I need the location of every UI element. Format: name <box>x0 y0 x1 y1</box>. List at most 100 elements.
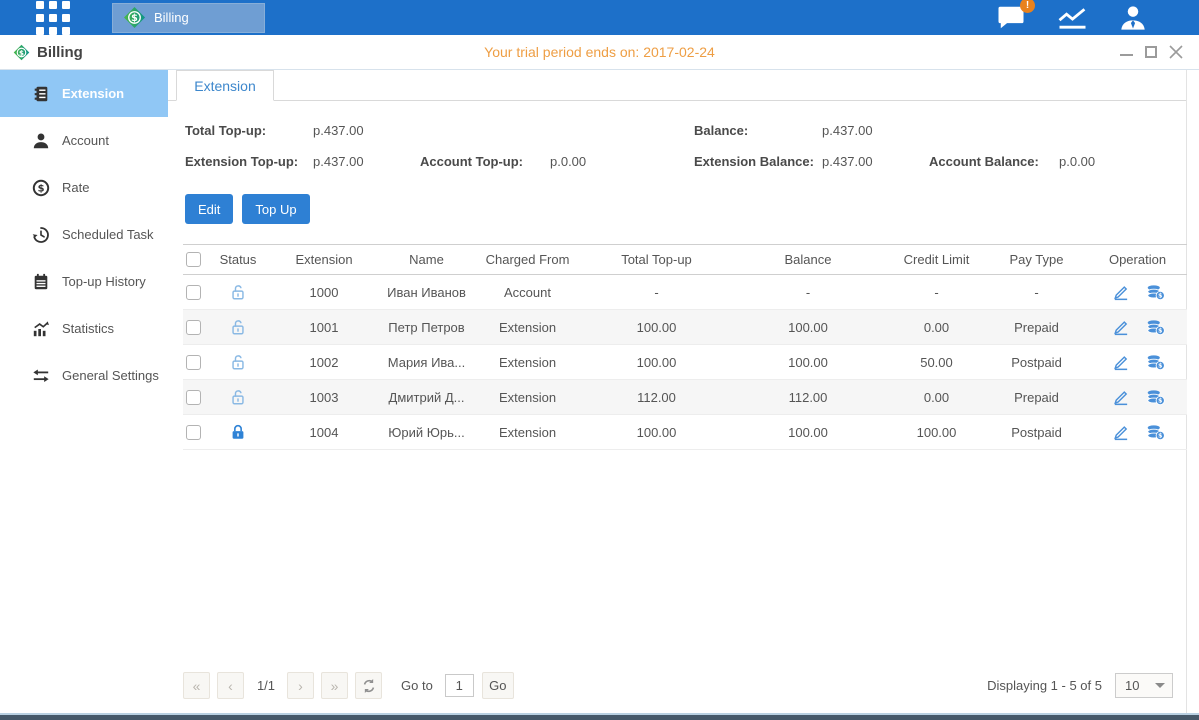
refresh-button[interactable] <box>355 672 382 699</box>
tab-bar: Extension <box>168 70 1186 101</box>
status-unlocked-icon <box>229 388 247 406</box>
top-up-button[interactable]: Top Up <box>242 194 309 224</box>
page-size-select[interactable]: 10 <box>1115 673 1173 698</box>
col-status: Status <box>211 252 265 267</box>
refresh-icon <box>361 678 377 694</box>
table-row: 1001 Петр Петров Extension 100.00 100.00… <box>183 310 1187 345</box>
caret-down-icon <box>1155 683 1165 688</box>
status-unlocked-icon <box>229 353 247 371</box>
topbar: $ Billing ! <box>0 0 1199 35</box>
balance-cell: 112.00 <box>728 390 888 405</box>
sidebar-item-extension[interactable]: Extension <box>0 70 168 117</box>
pagination-right: Displaying 1 - 5 of 5 10 <box>987 673 1173 698</box>
page-size-value: 10 <box>1125 678 1139 693</box>
goto-page-input[interactable] <box>445 674 474 697</box>
minimize-button[interactable] <box>1119 45 1133 59</box>
col-extension: Extension <box>265 252 383 267</box>
notebook-icon <box>32 273 50 291</box>
pagination-bar: « ‹ 1/1 › » Go to Go Displaying 1 - 5 of… <box>183 672 1173 699</box>
sidebar-item-account[interactable]: Account <box>0 117 168 164</box>
svg-text:$: $ <box>1158 327 1162 334</box>
edit-row-icon[interactable] <box>1111 388 1130 407</box>
sidebar-item-label: General Settings <box>62 368 159 383</box>
row-checkbox[interactable] <box>186 285 201 300</box>
billing-app-icon: $ <box>123 6 146 29</box>
stats-icon <box>32 320 50 338</box>
name-cell: Дмитрий Д... <box>383 390 470 405</box>
svg-text:$: $ <box>1158 432 1162 439</box>
sidebar-item-label: Statistics <box>62 321 114 336</box>
col-charged-from: Charged From <box>470 252 585 267</box>
table-header: Status Extension Name Charged From Total… <box>183 244 1187 275</box>
sidebar: Extension Account $ Rate Scheduled Task … <box>0 70 168 713</box>
table-row: 1000 Иван Иванов Account - - - - $ <box>183 275 1187 310</box>
billing-window-icon: $ <box>13 44 30 61</box>
balance-cell: 100.00 <box>728 425 888 440</box>
sidebar-item-label: Top-up History <box>62 274 146 289</box>
total-topup-label: Total Top-up: <box>185 123 266 138</box>
sidebar-item-label: Rate <box>62 180 89 195</box>
row-checkbox[interactable] <box>186 390 201 405</box>
notifications-button[interactable]: ! <box>996 5 1026 30</box>
taskbar-billing-tab[interactable]: $ Billing <box>112 3 265 33</box>
sidebar-item-scheduled-task[interactable]: Scheduled Task <box>0 211 168 258</box>
dollar-circle-icon: $ <box>32 179 50 197</box>
edit-button[interactable]: Edit <box>185 194 233 224</box>
sidebar-item-general-settings[interactable]: General Settings <box>0 352 168 399</box>
ledger-icon <box>32 85 50 103</box>
resource-monitor-button[interactable] <box>1056 5 1089 31</box>
charged-from-cell: Extension <box>470 355 585 370</box>
window-controls <box>1119 35 1183 69</box>
extension-cell: 1002 <box>265 355 383 370</box>
col-total-topup: Total Top-up <box>585 252 728 267</box>
top-up-row-icon[interactable]: $ <box>1146 423 1165 442</box>
next-page-button[interactable]: › <box>287 672 314 699</box>
person-icon <box>32 132 50 150</box>
row-checkbox[interactable] <box>186 425 201 440</box>
col-name: Name <box>383 252 470 267</box>
credit-limit-cell: 0.00 <box>888 390 985 405</box>
top-up-row-icon[interactable]: $ <box>1146 318 1165 337</box>
top-up-row-icon[interactable]: $ <box>1146 388 1165 407</box>
select-all-checkbox[interactable] <box>186 252 201 267</box>
account-topup-value: p.0.00 <box>550 154 586 169</box>
col-credit-limit: Credit Limit <box>888 252 985 267</box>
prev-page-button[interactable]: ‹ <box>217 672 244 699</box>
top-up-row-icon[interactable]: $ <box>1146 283 1165 302</box>
close-button[interactable] <box>1169 45 1183 59</box>
first-page-button[interactable]: « <box>183 672 210 699</box>
last-page-button[interactable]: » <box>321 672 348 699</box>
extension-balance-label: Extension Balance: <box>694 154 814 169</box>
close-icon <box>1169 45 1183 59</box>
edit-row-icon[interactable] <box>1111 283 1130 302</box>
pay-type-cell: - <box>985 285 1088 300</box>
sidebar-item-statistics[interactable]: Statistics <box>0 305 168 352</box>
edit-row-icon[interactable] <box>1111 353 1130 372</box>
extension-topup-label: Extension Top-up: <box>185 154 298 169</box>
user-account-button[interactable] <box>1119 4 1147 32</box>
table-row: 1004 Юрий Юрь... Extension 100.00 100.00… <box>183 415 1187 450</box>
trial-notice: Your trial period ends on: 2017-02-24 <box>0 44 1199 60</box>
maximize-button[interactable] <box>1144 45 1158 59</box>
row-checkbox[interactable] <box>186 355 201 370</box>
balance-cell: 100.00 <box>728 355 888 370</box>
total-topup-cell: 112.00 <box>585 390 728 405</box>
sidebar-item-rate[interactable]: $ Rate <box>0 164 168 211</box>
balance-cell: - <box>728 285 888 300</box>
window-titlebar: $ Billing Your trial period ends on: 201… <box>0 35 1199 70</box>
status-unlocked-icon <box>229 318 247 336</box>
table-row: 1003 Дмитрий Д... Extension 112.00 112.0… <box>183 380 1187 415</box>
sidebar-item-topup-history[interactable]: Top-up History <box>0 258 168 305</box>
edit-row-icon[interactable] <box>1111 423 1130 442</box>
svg-text:$: $ <box>38 183 45 194</box>
tab-extension[interactable]: Extension <box>176 70 274 101</box>
total-topup-value: p.437.00 <box>313 123 364 138</box>
app-grid-icon[interactable] <box>35 0 71 36</box>
edit-row-icon[interactable] <box>1111 318 1130 337</box>
row-checkbox[interactable] <box>186 320 201 335</box>
extension-cell: 1001 <box>265 320 383 335</box>
action-buttons: Edit Top Up <box>185 194 1186 224</box>
top-up-row-icon[interactable]: $ <box>1146 353 1165 372</box>
svg-text:$: $ <box>131 13 138 24</box>
go-button[interactable]: Go <box>482 672 514 699</box>
